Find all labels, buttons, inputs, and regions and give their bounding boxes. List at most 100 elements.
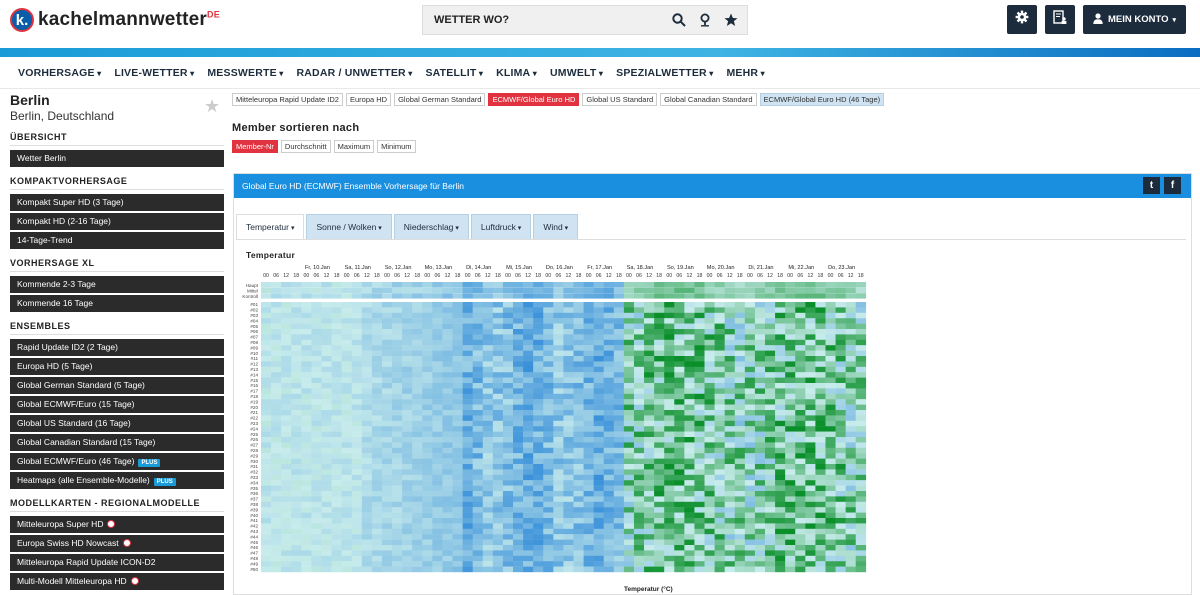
heatmap-cell: [291, 437, 302, 443]
nav-item-vorhersage[interactable]: VORHERSAGE: [18, 67, 101, 79]
heatmap-cell: [422, 550, 433, 556]
heatmap-cell: [271, 323, 282, 330]
sidebar-item[interactable]: Kommende 16 Tage: [10, 295, 224, 312]
heatmap-cell: [795, 410, 806, 416]
sidebar-item[interactable]: 14-Tage-Trend: [10, 232, 224, 249]
heatmap-cell: [704, 404, 715, 411]
control-cell: [281, 287, 292, 293]
sidebar-item[interactable]: Global ECMWF/Euro (15 Tage): [10, 396, 224, 413]
nav-item-messwerte[interactable]: MESSWERTE: [207, 67, 283, 79]
favorites-star-icon[interactable]: [720, 9, 742, 31]
nav-item-satellit[interactable]: SATELLIT: [425, 67, 483, 79]
heatmap-cell: [412, 507, 423, 513]
tab-sonne-wolken[interactable]: Sonne / Wolken: [306, 214, 392, 239]
chevron-down-icon: ▾: [1172, 16, 1177, 24]
heatmap-cell: [633, 312, 645, 319]
heatmap-cell: [502, 366, 514, 373]
heatmap-cell: [331, 366, 342, 373]
heatmap-cell: [623, 491, 635, 497]
sidebar-item[interactable]: Mitteleuropa Super HD: [10, 516, 224, 533]
twitter-icon[interactable]: t: [1143, 177, 1160, 194]
model-tab[interactable]: ECMWF/Global Euro HD (46 Tage): [759, 93, 885, 106]
document-button[interactable]: [1045, 5, 1075, 34]
heatmap-cell: [331, 437, 342, 443]
tab-wind[interactable]: Wind: [533, 214, 579, 239]
tab-luftdruck[interactable]: Luftdruck: [470, 214, 532, 239]
heatmap-cell: [835, 507, 846, 513]
tab-temperatur[interactable]: Temperatur: [236, 214, 305, 239]
heatmap-cell: [654, 458, 665, 465]
location-pin-icon[interactable]: [694, 9, 716, 31]
day-label: Di, 14.Jan: [466, 265, 491, 271]
member-label: #49: [250, 561, 258, 566]
search-input[interactable]: [434, 14, 664, 26]
heatmap-cell: [482, 550, 494, 556]
heatmap-cell: [381, 366, 393, 373]
heatmap-cell: [583, 345, 594, 351]
tab-niederschlag[interactable]: Niederschlag: [393, 214, 469, 239]
account-button[interactable]: MEIN KONTO ▾: [1083, 5, 1186, 34]
heatmap-cell: [845, 356, 857, 362]
sort-option[interactable]: Member-Nr: [232, 140, 278, 153]
favorite-star-icon[interactable]: ★: [204, 96, 220, 117]
model-tab[interactable]: Mitteleuropa Rapid Update ID2: [232, 93, 343, 106]
model-tab[interactable]: ECMWF/Global Euro HD: [488, 93, 580, 106]
sidebar-item[interactable]: Europa Swiss HD Nowcast: [10, 535, 224, 552]
logo[interactable]: k. kachelmannwetterDE: [10, 8, 220, 32]
heatmap-cell: [563, 345, 574, 351]
sidebar-item[interactable]: Kompakt HD (2-16 Tage): [10, 213, 224, 230]
sidebar-item[interactable]: Global US Standard (16 Tage): [10, 415, 224, 432]
model-tab[interactable]: Global Canadian Standard: [660, 93, 757, 106]
heatmap-cell: [482, 420, 494, 427]
model-tab[interactable]: Global German Standard: [394, 93, 486, 106]
sidebar-item[interactable]: Mitteleuropa Rapid Update ICON-D2: [10, 554, 224, 571]
heatmap-cell: [724, 501, 736, 508]
heatmap-cell: [482, 404, 494, 411]
sidebar-item[interactable]: Kommende 2-3 Tage: [10, 276, 224, 293]
heatmap-cell: [492, 339, 504, 346]
sort-option[interactable]: Durchschnitt: [280, 140, 331, 153]
heatmap-cell: [381, 399, 393, 405]
heatmap-cell: [644, 566, 655, 573]
heatmap-cell: [281, 366, 292, 373]
sort-option[interactable]: Minimum: [377, 140, 416, 153]
nav-item-klima[interactable]: KLIMA: [496, 67, 537, 79]
sidebar-item[interactable]: Global German Standard (5 Tage): [10, 377, 224, 394]
nav-item-spezialwetter[interactable]: SPEZIALWETTER: [616, 67, 713, 79]
heatmap-cell: [371, 453, 383, 459]
nav-item-live-wetter[interactable]: LIVE-WETTER: [114, 67, 194, 79]
heatmap-cell: [412, 485, 423, 492]
heatmap-cell: [754, 539, 766, 546]
model-tab[interactable]: Europa HD: [345, 93, 392, 106]
heatmap-cell: [502, 415, 514, 421]
heatmap-cell: [311, 447, 322, 454]
heatmap-cell: [351, 312, 363, 319]
heatmap-cell: [704, 453, 715, 459]
sort-option[interactable]: Maximum: [333, 140, 375, 153]
sidebar-item[interactable]: Kompakt Super HD (3 Tage): [10, 194, 224, 211]
sidebar-item[interactable]: Europa HD (5 Tage): [10, 358, 224, 375]
heatmap-cell: [563, 561, 574, 567]
control-cell: [825, 282, 836, 288]
heatmap-cell: [805, 485, 816, 492]
sidebar-item[interactable]: Heatmaps (alle Ensemble-Modelle) PLUS: [10, 472, 224, 489]
heatmap-cell: [583, 372, 594, 378]
sidebar-item[interactable]: Wetter Berlin: [10, 150, 224, 167]
heatmap-cell: [744, 453, 756, 459]
sidebar-item[interactable]: Multi-Modell Mitteleuropa HD: [10, 573, 224, 590]
sidebar-item[interactable]: Global Canadian Standard (15 Tage): [10, 434, 224, 451]
heatmap-cell: [744, 491, 756, 497]
nav-item-umwelt[interactable]: UMWELT: [550, 67, 603, 79]
city-subtitle: Berlin, Deutschland: [10, 109, 115, 123]
sidebar-item[interactable]: Global ECMWF/Euro (46 Tage) PLUS: [10, 453, 224, 470]
facebook-icon[interactable]: f: [1164, 177, 1181, 194]
settings-button[interactable]: [1007, 5, 1037, 34]
nav-item-radar-unwetter[interactable]: RADAR / UNWETTER: [296, 67, 412, 79]
sidebar-item[interactable]: Rapid Update ID2 (2 Tage): [10, 339, 224, 356]
heatmap-cell: [563, 410, 574, 416]
heatmap-cell: [281, 539, 292, 546]
nav-item-mehr[interactable]: MEHR: [726, 67, 764, 79]
heatmap-cell: [664, 307, 675, 313]
search-icon[interactable]: [668, 9, 690, 31]
model-tab[interactable]: Global US Standard: [582, 93, 658, 106]
